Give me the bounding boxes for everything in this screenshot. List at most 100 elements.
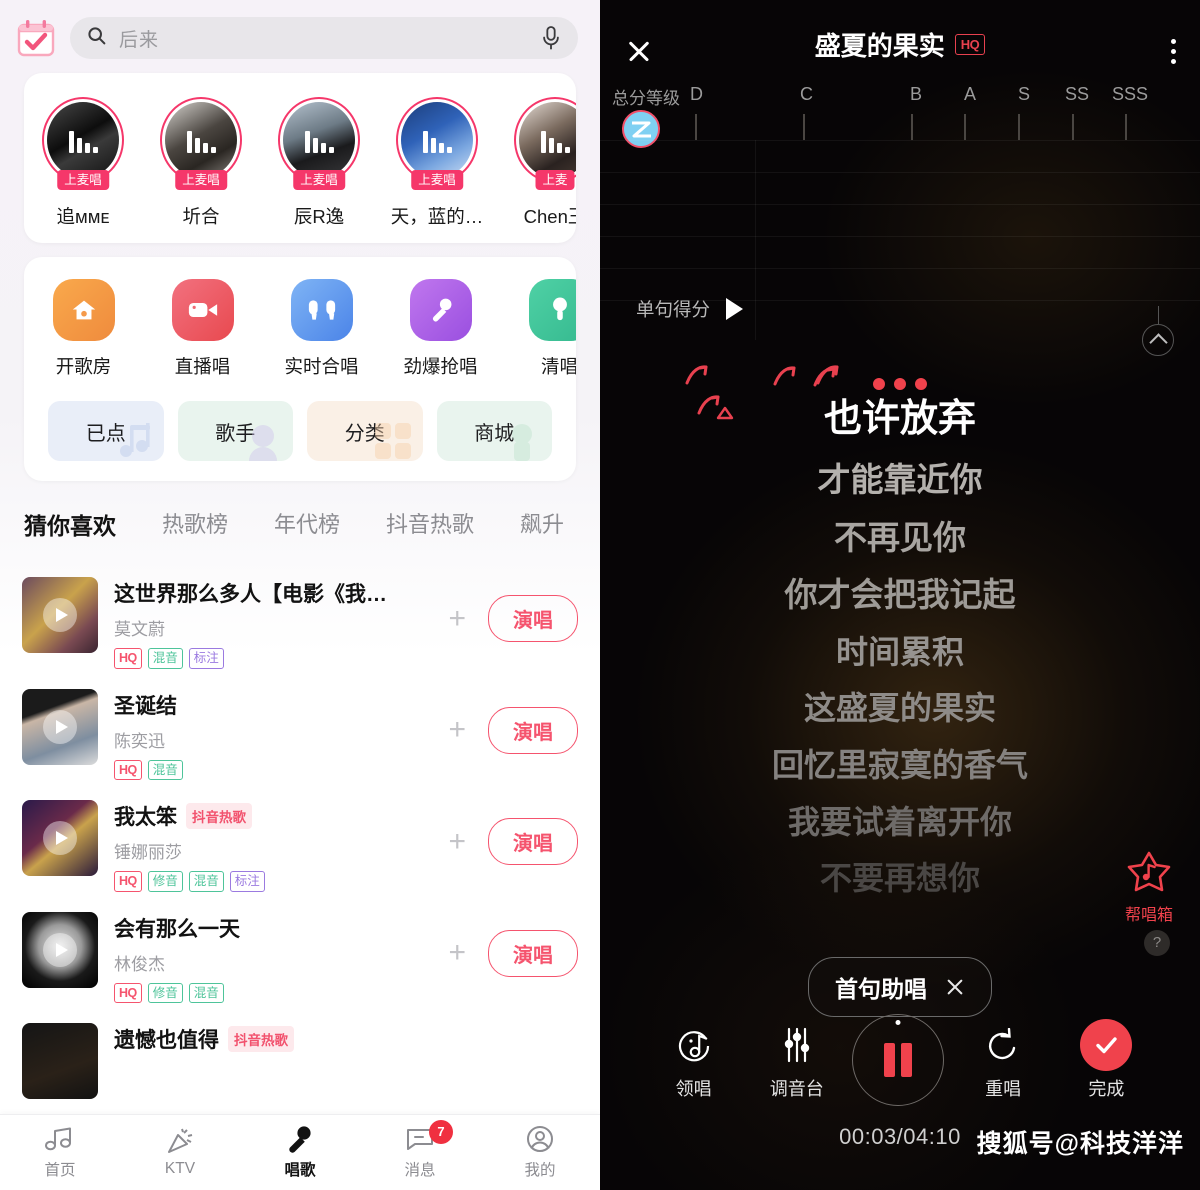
sound-bars-icon [304, 127, 334, 153]
tag-tune: 修音 [147, 982, 183, 1003]
album-cover[interactable] [22, 800, 98, 876]
mixer-button[interactable]: 调音台 [749, 1019, 845, 1101]
play-icon[interactable] [43, 821, 77, 855]
grade-tick-mark [803, 114, 805, 140]
more-vertical-icon[interactable] [1170, 36, 1176, 66]
quick-links-row: 已点 歌手 分类 商城 [24, 379, 576, 461]
tag-annotation: 标注 [188, 648, 224, 669]
calendar-check-icon[interactable] [16, 18, 56, 58]
song-row[interactable]: 这世界那么多人【电影《我… 莫文蔚 HQ 混音 标注 + 演唱 [0, 567, 600, 679]
live-user-item[interactable]: 上麦唱 追ᴍᴍᴇ [24, 97, 142, 229]
song-artist: 陈奕迅 [114, 731, 165, 751]
album-cover[interactable] [22, 688, 98, 765]
song-artist: 锤娜丽莎 [114, 843, 182, 862]
play-icon[interactable] [43, 709, 77, 744]
song-row[interactable]: 我太笨 抖音热歌 锤娜丽莎 HQ 修音 混音 标注 + 演唱 [0, 790, 600, 902]
live-badge: 上麦唱 [293, 169, 345, 190]
feature-realtime-chorus[interactable]: 实时合唱 [262, 279, 381, 379]
first-line-assist-chip[interactable]: 首句助唱 [808, 957, 992, 1017]
feature-grab-sing[interactable]: 劲爆抢唱 [381, 279, 500, 379]
song-title: 圣诞结 [114, 694, 177, 718]
tag-mix: 混音 [147, 648, 183, 669]
check-circle-icon [1080, 1019, 1133, 1071]
add-song-button[interactable]: + [448, 715, 466, 745]
feature-acapella[interactable]: 清唱 [500, 279, 576, 379]
page-title: 盛夏的果实 HQ [600, 26, 1200, 63]
play-icon[interactable] [43, 932, 77, 967]
tag-hq: HQ [114, 982, 142, 1003]
nav-item-home[interactable]: 首页 [0, 1125, 120, 1180]
live-user-item[interactable]: 上麦唱 辰R逸 [260, 97, 378, 229]
lyric-line: 我要试着离开你 [787, 803, 1012, 840]
chevron-up-icon[interactable] [1142, 324, 1174, 356]
feature-live-sing[interactable]: 直播唱 [143, 279, 262, 379]
quick-link-categories[interactable]: 分类 [307, 401, 423, 461]
quick-link-singers[interactable]: 歌手 [177, 401, 293, 461]
restart-button[interactable]: 重唱 [955, 1019, 1051, 1101]
music-notes-icon [0, 1125, 120, 1153]
nav-item-messages[interactable]: 7 消息 [360, 1120, 480, 1180]
quick-link-already-picked[interactable]: 已点 [48, 401, 164, 461]
karaoke-recording-panel: 盛夏的果实 HQ 总分等级 D C B A S SS SSS 单句得分 也许放弃… [600, 0, 1200, 1190]
song-artist: 莫文蔚 [114, 620, 165, 639]
pause-button[interactable] [851, 1014, 948, 1106]
finish-button[interactable]: 完成 [1058, 1019, 1154, 1101]
close-x-icon[interactable] [624, 36, 654, 66]
bottom-navigation: 首页 KTV 唱歌 7 消息 我的 [0, 1114, 600, 1190]
live-users-carousel[interactable]: 上麦唱 追ᴍᴍᴇ 上麦唱 圻合 上麦唱 辰R逸 上麦唱 天，蓝的… 上麦 Che… [24, 73, 576, 243]
pitch-marker-icon [712, 405, 738, 429]
recorder-controls: 领唱 调音台 重唱 完成 [600, 1014, 1200, 1106]
album-cover[interactable] [22, 577, 98, 653]
live-badge: 上麦唱 [411, 169, 463, 190]
album-cover[interactable] [22, 1023, 98, 1099]
tab-hot-songs[interactable]: 热歌榜 [162, 507, 228, 541]
close-x-icon[interactable] [945, 977, 965, 997]
sing-button[interactable]: 演唱 [488, 818, 578, 865]
live-user-item[interactable]: 上麦 Chen王 [496, 97, 576, 229]
feature-open-room[interactable]: 开歌房 [24, 279, 143, 379]
voice-mic-icon[interactable] [540, 25, 562, 51]
song-row[interactable]: 会有那么一天 林俊杰 HQ 修音 混音 + 演唱 [0, 902, 600, 1014]
search-input[interactable]: 后来 [70, 17, 578, 59]
song-title: 我太笨 [114, 806, 177, 829]
tab-rising[interactable]: 飙升 [520, 507, 564, 541]
tag-hq: HQ [114, 648, 142, 669]
party-popper-icon [120, 1127, 240, 1155]
mall-icon [502, 421, 542, 461]
lyric-line: 不再见你 [834, 518, 966, 556]
sing-button[interactable]: 演唱 [488, 929, 578, 977]
song-row[interactable]: 圣诞结 陈奕迅 HQ 混音 + 演唱 [0, 679, 600, 791]
grade-tick-sss: SSS [1112, 84, 1149, 104]
song-tags: HQ 修音 混音 [114, 982, 432, 1003]
tab-era-chart[interactable]: 年代榜 [274, 507, 340, 541]
add-song-button[interactable]: + [448, 938, 466, 968]
song-title: 盛夏的果实 [814, 31, 945, 61]
breath-mark-icon [812, 364, 838, 388]
add-song-button[interactable]: + [448, 826, 466, 857]
add-song-button[interactable]: + [448, 603, 466, 634]
sing-button[interactable]: 演唱 [488, 706, 578, 754]
help-sing-box-button[interactable]: 帮唱箱 [1116, 850, 1182, 925]
lead-vocal-button[interactable]: 领唱 [646, 1019, 742, 1101]
live-user-item[interactable]: 上麦唱 圻合 [142, 97, 260, 229]
nav-item-ktv[interactable]: KTV [120, 1127, 240, 1178]
album-cover[interactable] [22, 911, 98, 988]
play-icon[interactable] [43, 598, 77, 632]
question-mark-icon[interactable]: ? [1144, 930, 1170, 956]
collapse-stem [1158, 306, 1159, 324]
nav-item-profile[interactable]: 我的 [480, 1125, 600, 1180]
nav-label: 唱歌 [284, 1162, 316, 1179]
two-mics-icon [290, 279, 353, 341]
song-tags: HQ 修音 混音 标注 [114, 871, 432, 892]
sing-button[interactable]: 演唱 [488, 595, 578, 642]
tab-douyin-hot[interactable]: 抖音热歌 [386, 507, 474, 541]
grade-tick-d: D [690, 84, 703, 104]
play-triangle-icon [726, 298, 744, 320]
tab-guess-you-like[interactable]: 猜你喜欢 [24, 507, 116, 541]
quick-link-mall[interactable]: 商城 [436, 401, 552, 461]
nav-label: 首页 [44, 1162, 76, 1179]
nav-item-sing[interactable]: 唱歌 [240, 1125, 360, 1180]
control-label: 完成 [1088, 1079, 1125, 1099]
live-user-item[interactable]: 上麦唱 天，蓝的… [378, 97, 496, 229]
song-row[interactable]: 遗憾也值得 抖音热歌 [0, 1013, 600, 1109]
